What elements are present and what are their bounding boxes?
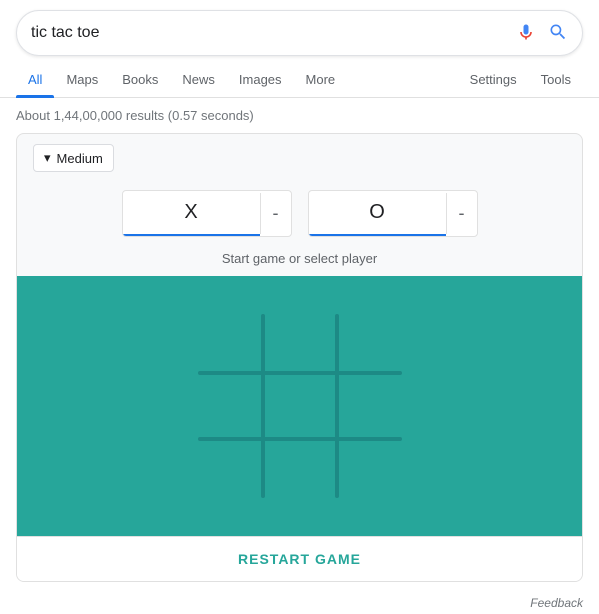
difficulty-label: Medium <box>57 151 103 166</box>
tab-more[interactable]: More <box>294 62 348 97</box>
tab-news[interactable]: News <box>170 62 227 97</box>
difficulty-bar: ▾ Medium <box>17 134 582 182</box>
player-o-box: O - <box>308 190 478 237</box>
game-prompt: Start game or select player <box>17 245 582 276</box>
game-card: ▾ Medium X - O - Start game or select pl… <box>16 133 583 582</box>
mic-icon[interactable] <box>516 22 536 45</box>
player-x-box: X - <box>122 190 292 237</box>
results-count: About 1,44,00,000 results (0.57 seconds) <box>0 98 599 133</box>
search-submit-icon[interactable] <box>548 22 568 45</box>
difficulty-button[interactable]: ▾ Medium <box>33 144 114 172</box>
board-area[interactable] <box>17 276 582 536</box>
search-bar <box>16 10 583 56</box>
feedback-label[interactable]: Feedback <box>530 596 583 610</box>
restart-button[interactable]: RESTART GAME <box>238 551 361 567</box>
player-x-symbol[interactable]: X <box>123 191 260 236</box>
nav-tabs: All Maps Books News Images More Settings… <box>0 62 599 98</box>
tab-maps[interactable]: Maps <box>54 62 110 97</box>
search-input[interactable] <box>31 24 516 42</box>
player-o-symbol[interactable]: O <box>309 191 446 236</box>
tab-books[interactable]: Books <box>110 62 170 97</box>
player-x-minus[interactable]: - <box>260 193 291 234</box>
player-o-minus[interactable]: - <box>446 193 477 234</box>
search-icon-group <box>516 22 568 45</box>
player-selection: X - O - <box>17 182 582 245</box>
tab-images[interactable]: Images <box>227 62 294 97</box>
feedback-row: Feedback <box>0 592 599 614</box>
tic-tac-toe-board[interactable] <box>190 306 410 506</box>
tab-tools[interactable]: Tools <box>529 62 583 97</box>
difficulty-arrow: ▾ <box>44 150 51 166</box>
restart-bar: RESTART GAME <box>17 536 582 581</box>
tab-settings[interactable]: Settings <box>458 62 529 97</box>
tab-all[interactable]: All <box>16 62 54 97</box>
